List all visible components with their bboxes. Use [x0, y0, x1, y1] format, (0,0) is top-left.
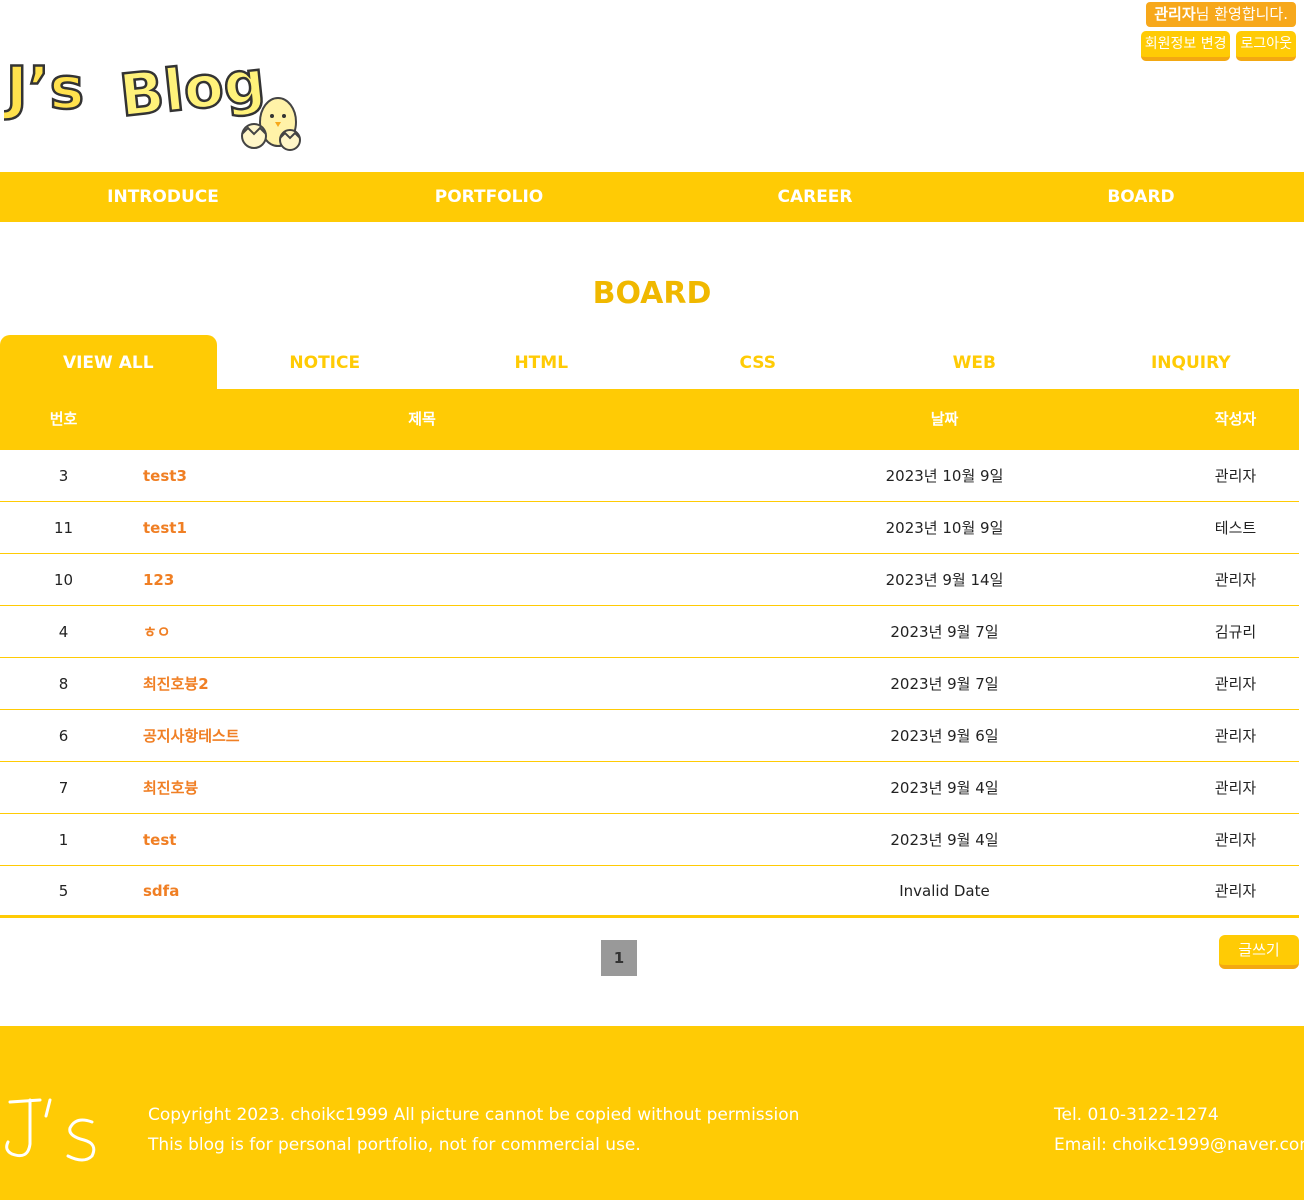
footer-tel: Tel. 010-3122-1274	[1054, 1105, 1219, 1125]
table-row: 10 123 2023년 9월 14일 관리자	[0, 554, 1299, 606]
tab-css[interactable]: CSS	[650, 335, 867, 389]
header: J’s Blog 관리자님 환영합니다. 회원정보 변경 로그아웃	[0, 0, 1304, 172]
svg-text:Blog: Blog	[116, 50, 268, 130]
nav-item-introduce[interactable]: INTRODUCE	[0, 172, 326, 222]
row-date: 2023년 9월 14일	[885, 571, 1004, 589]
board-table: 번호 제목 날짜 작성자 3 test3 2023년 10월 9일 관리자 11…	[0, 389, 1299, 918]
page-title: BOARD	[592, 276, 712, 311]
tab-notice[interactable]: NOTICE	[217, 335, 434, 389]
row-title-link[interactable]: ㅎㅇ	[127, 621, 717, 642]
row-date: 2023년 10월 9일	[885, 467, 1004, 485]
row-number: 4	[58, 622, 69, 641]
table-row: 3 test3 2023년 10월 9일 관리자	[0, 450, 1299, 502]
row-author: 테스트	[1214, 519, 1257, 537]
row-author: 관리자	[1214, 831, 1257, 849]
nav-item-portfolio[interactable]: PORTFOLIO	[326, 172, 652, 222]
svg-text:J’s: J’s	[4, 54, 84, 122]
row-title-link[interactable]: 공지사항테스트	[127, 725, 717, 746]
row-author: 관리자	[1214, 779, 1257, 797]
column-header-title: 제목	[408, 410, 436, 428]
tab-view-all[interactable]: VIEW ALL	[0, 335, 217, 389]
row-number: 8	[58, 674, 69, 693]
footer-contact: Tel. 010-3122-1274 Email: choikc1999@nav…	[1054, 1100, 1304, 1160]
user-buttons: 회원정보 변경 로그아웃	[1140, 31, 1296, 61]
row-author: 관리자	[1214, 727, 1257, 745]
footer-text: Copyright 2023. choikc1999 All picture c…	[148, 1100, 799, 1160]
row-number: 11	[53, 518, 74, 537]
table-row: 6 공지사항테스트 2023년 9월 6일 관리자	[0, 710, 1299, 762]
row-date: 2023년 9월 6일	[890, 727, 999, 745]
row-number: 6	[58, 726, 69, 745]
footer-email: Email: choikc1999@naver.com	[1054, 1135, 1304, 1155]
row-date: 2023년 9월 7일	[890, 623, 999, 641]
write-post-button[interactable]: 글쓰기	[1219, 935, 1299, 969]
table-header: 번호 제목 날짜 작성자	[0, 389, 1299, 450]
edit-profile-button[interactable]: 회원정보 변경	[1140, 31, 1231, 61]
welcome-message: 관리자님 환영합니다.	[1146, 2, 1296, 27]
row-title-link[interactable]: 최진호븅	[127, 777, 717, 798]
tab-inquiry[interactable]: INQUIRY	[1083, 335, 1300, 389]
row-title-link[interactable]: 123	[127, 571, 717, 589]
row-author: 김규리	[1214, 623, 1257, 641]
column-header-author: 작성자	[1214, 410, 1257, 428]
row-title-link[interactable]: test	[127, 831, 717, 849]
tab-web[interactable]: WEB	[866, 335, 1083, 389]
row-title-link[interactable]: test1	[127, 519, 717, 537]
table-row: 1 test 2023년 9월 4일 관리자	[0, 814, 1299, 866]
row-number: 1	[58, 830, 69, 849]
nav-item-board[interactable]: BOARD	[978, 172, 1304, 222]
row-number: 5	[58, 881, 69, 900]
row-date: 2023년 10월 9일	[885, 519, 1004, 537]
row-date: 2023년 9월 4일	[890, 779, 999, 797]
table-row: 11 test1 2023년 10월 9일 테스트	[0, 502, 1299, 554]
user-box: 관리자님 환영합니다. 회원정보 변경 로그아웃	[1140, 2, 1296, 61]
welcome-suffix: 님 환영합니다.	[1195, 5, 1288, 23]
row-author: 관리자	[1214, 467, 1257, 485]
tab-html[interactable]: HTML	[433, 335, 650, 389]
table-row: 5 sdfa Invalid Date 관리자	[0, 866, 1299, 918]
main-nav: INTRODUCE PORTFOLIO CAREER BOARD	[0, 172, 1304, 222]
row-date: 2023년 9월 7일	[890, 675, 999, 693]
footer-copyright: Copyright 2023. choikc1999 All picture c…	[148, 1105, 800, 1125]
footer: Copyright 2023. choikc1999 All picture c…	[0, 1026, 1304, 1200]
row-title-link[interactable]: 최진호븅2	[127, 673, 717, 694]
column-header-date: 날짜	[930, 410, 959, 428]
table-row: 8 최진호븅2 2023년 9월 7일 관리자	[0, 658, 1299, 710]
welcome-name: 관리자	[1154, 5, 1196, 23]
nav-item-career[interactable]: CAREER	[652, 172, 978, 222]
row-title-link[interactable]: test3	[127, 467, 717, 485]
row-number: 3	[58, 466, 69, 485]
row-author: 관리자	[1214, 571, 1257, 589]
logout-button[interactable]: 로그아웃	[1236, 31, 1296, 61]
category-tabs: VIEW ALL NOTICE HTML CSS WEB INQUIRY	[0, 335, 1299, 389]
table-row: 4 ㅎㅇ 2023년 9월 7일 김규리	[0, 606, 1299, 658]
column-header-number: 번호	[49, 410, 78, 428]
row-author: 관리자	[1214, 882, 1257, 900]
blog-logo[interactable]: J’s Blog	[4, 50, 304, 156]
table-row: 7 최진호븅 2023년 9월 4일 관리자	[0, 762, 1299, 814]
footer-notice: This blog is for personal portfolio, not…	[148, 1135, 641, 1155]
row-title-link[interactable]: sdfa	[127, 882, 717, 900]
row-number: 10	[53, 570, 74, 589]
row-number: 7	[58, 778, 69, 797]
row-author: 관리자	[1214, 675, 1257, 693]
footer-logo	[5, 1098, 96, 1162]
page-button-1[interactable]: 1	[601, 940, 637, 976]
row-date: 2023년 9월 4일	[890, 831, 999, 849]
row-date: Invalid Date	[899, 881, 990, 900]
